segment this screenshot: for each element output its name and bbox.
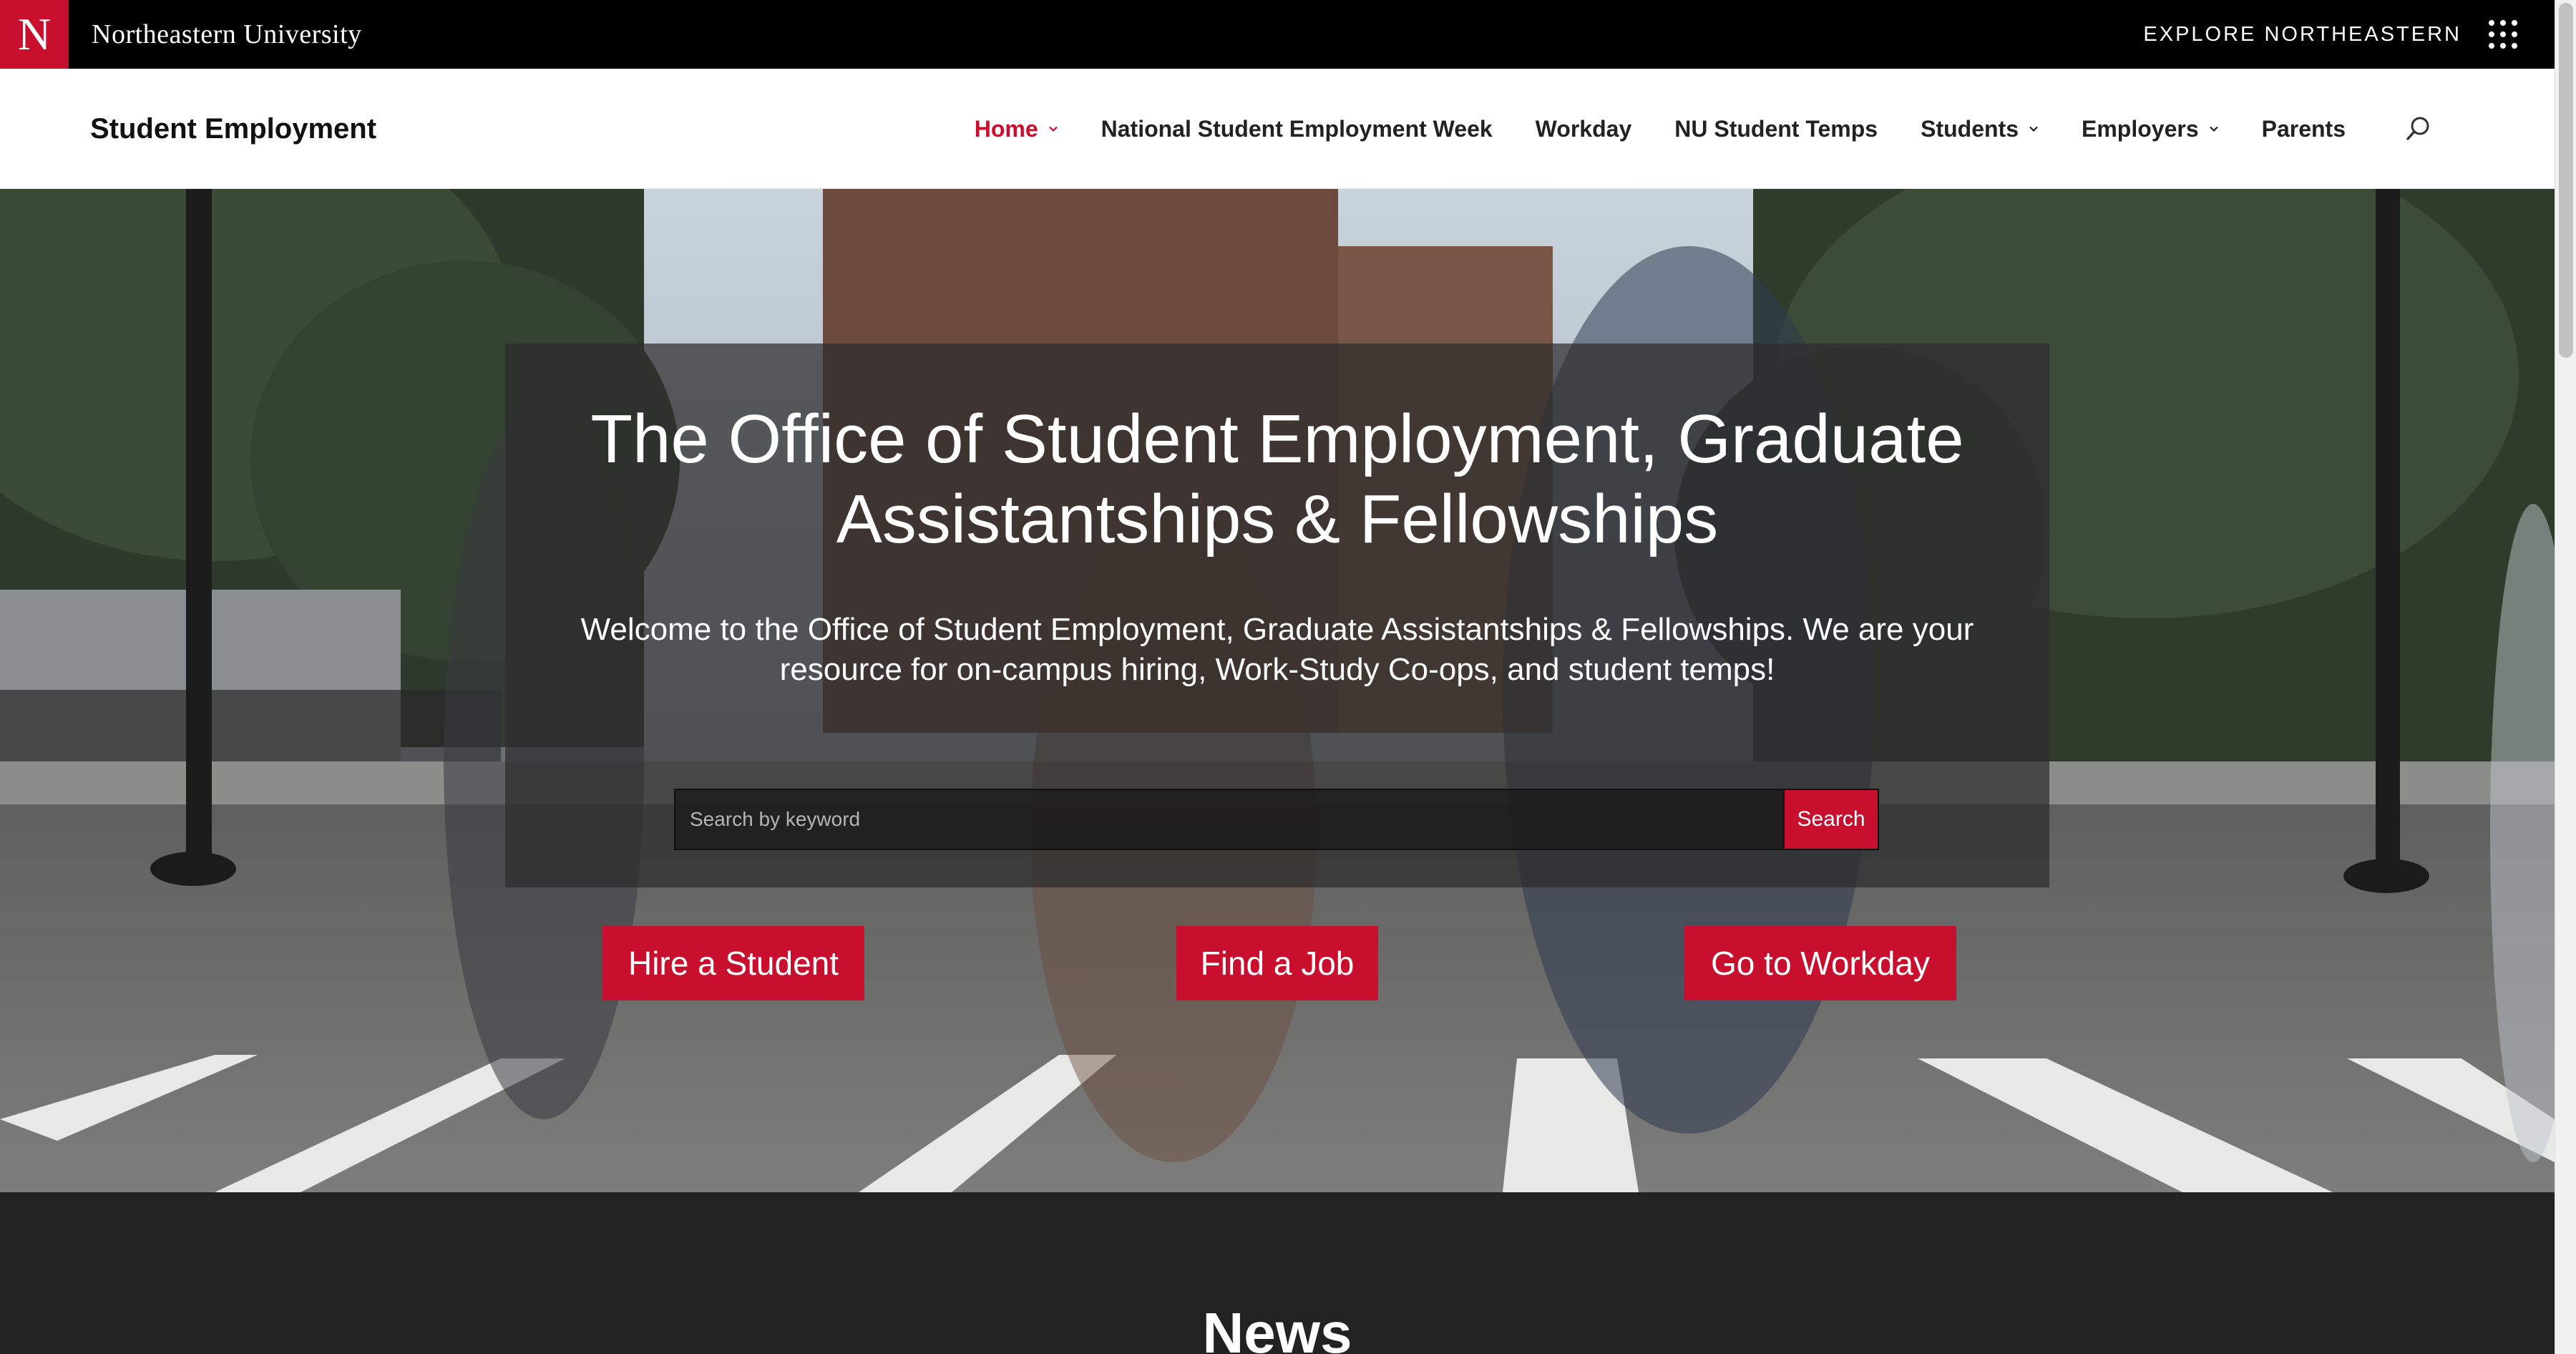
chevron-down-icon	[2209, 124, 2219, 134]
grid-dots-icon[interactable]	[2489, 20, 2517, 49]
nav-item-label: Parents	[2261, 115, 2346, 142]
global-header: N Northeastern University EXPLORE NORTHE…	[0, 0, 2555, 69]
search-input[interactable]	[674, 789, 1785, 850]
site-title[interactable]: Student Employment	[90, 107, 376, 150]
nav-item-label: Students	[1921, 115, 2019, 142]
logo-letter: N	[17, 9, 52, 59]
nav-item-parents[interactable]: Parents	[2262, 116, 2346, 142]
page-scrollbar[interactable]	[2555, 0, 2576, 1354]
search-button[interactable]: Search	[1785, 789, 1879, 850]
explore-northeastern-link[interactable]: EXPLORE NORTHEASTERN	[2143, 20, 2462, 49]
main-menu: Home National Student Employment Week Wo…	[975, 107, 2555, 150]
nav-item-label: NU Student Temps	[1674, 115, 1878, 142]
nav-item-label: Workday	[1535, 115, 1632, 142]
go-to-workday-button[interactable]: Go to Workday	[1684, 926, 1956, 1000]
hire-a-student-button[interactable]: Hire a Student	[602, 926, 864, 1000]
chevron-down-icon	[2029, 124, 2039, 134]
northeastern-logo[interactable]: N	[0, 0, 69, 69]
nav-item-workday[interactable]: Workday	[1536, 116, 1632, 142]
find-a-job-button[interactable]: Find a Job	[1176, 926, 1378, 1000]
nav-item-label: Employers	[2081, 115, 2199, 142]
nav-item-home[interactable]: Home	[975, 116, 1058, 142]
nav-item-label: Home	[974, 115, 1038, 142]
site-navigation: Student Employment Home National Student…	[0, 69, 2555, 189]
nav-item-label: National Student Employment Week	[1101, 115, 1493, 142]
nav-item-nu-student-temps[interactable]: NU Student Temps	[1674, 116, 1878, 142]
hero-subtitle: Welcome to the Office of Student Employm…	[580, 612, 1974, 687]
hero-section: The Office of Student Employment, Gradua…	[0, 189, 2555, 1192]
university-wordmark[interactable]: Northeastern University	[92, 16, 362, 53]
scrollbar-thumb[interactable]	[2559, 3, 2573, 358]
search-icon[interactable]	[2404, 115, 2433, 143]
hero-title: The Office of Student Employment, Gradua…	[590, 401, 1964, 557]
nav-item-employers[interactable]: Employers	[2082, 116, 2219, 142]
nav-item-students[interactable]: Students	[1921, 116, 2039, 142]
chevron-down-icon	[1048, 124, 1058, 134]
page: N Northeastern University EXPLORE NORTHE…	[0, 0, 2576, 1354]
news-section: News	[0, 1192, 2555, 1354]
nav-item-national-student-employment-week[interactable]: National Student Employment Week	[1101, 116, 1493, 142]
news-heading: News	[1202, 1301, 1352, 1354]
keyword-search: Search	[674, 789, 1879, 850]
